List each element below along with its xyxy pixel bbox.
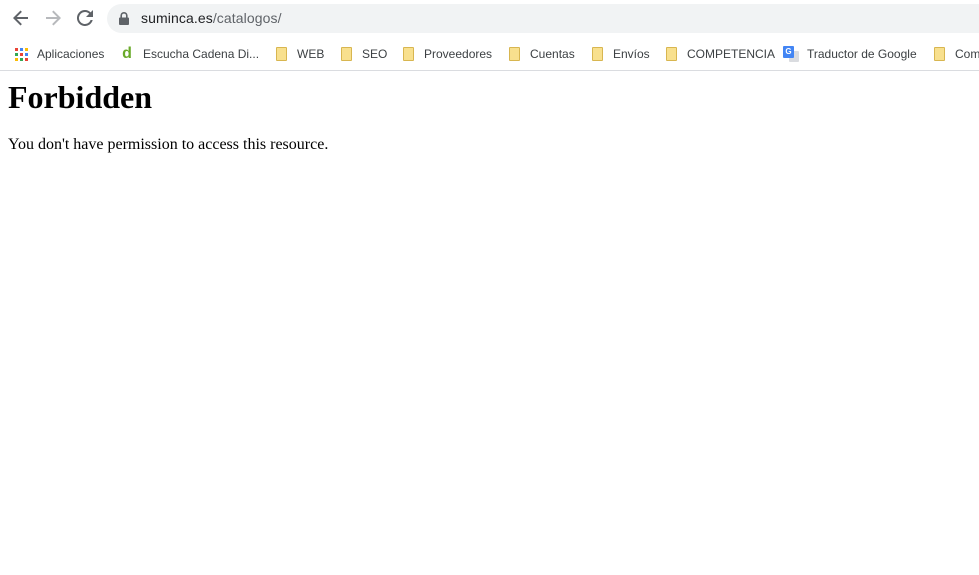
bookmark-envios[interactable]: Envíos <box>589 42 650 66</box>
bookmark-label: Aplicaciones <box>37 47 105 61</box>
bookmark-label: Com <box>955 47 979 61</box>
url-host: suminca.es <box>141 10 213 26</box>
back-button[interactable] <box>7 4 35 32</box>
page-content: Forbidden You don't have permission to a… <box>0 71 979 575</box>
apps-grid-icon <box>13 46 29 62</box>
folder-icon <box>506 46 522 62</box>
browser-toolbar: suminca.es/catalogos/ <box>0 0 979 38</box>
page-title: Forbidden <box>8 79 153 115</box>
google-translate-icon: G <box>783 46 799 62</box>
cadena-dial-icon: d <box>122 45 132 62</box>
bookmark-label: Cuentas <box>530 47 575 61</box>
error-message: You don't have permission to access this… <box>8 136 329 153</box>
bookmark-label: Escucha Cadena Di... <box>143 47 260 61</box>
bookmark-com[interactable]: Com <box>931 42 979 66</box>
address-bar[interactable]: suminca.es/catalogos/ <box>107 4 979 33</box>
folder-icon <box>338 46 354 62</box>
folder-icon <box>931 46 947 62</box>
reload-button[interactable] <box>71 4 99 32</box>
arrow-left-icon <box>13 10 28 26</box>
reload-icon <box>77 10 93 26</box>
arrow-right-icon <box>46 10 61 26</box>
bookmark-label: Traductor de Google <box>807 47 917 61</box>
bookmark-seo[interactable]: SEO <box>338 42 387 66</box>
folder-icon <box>589 46 605 62</box>
bookmark-label: SEO <box>362 47 388 61</box>
bookmark-label: WEB <box>297 47 325 61</box>
lock-icon[interactable] <box>119 12 129 25</box>
bookmark-label: Proveedores <box>424 47 493 61</box>
bookmark-web[interactable]: WEB <box>273 42 324 66</box>
folder-icon <box>663 46 679 62</box>
bookmark-label: Envíos <box>613 47 650 61</box>
forward-button[interactable] <box>39 4 67 32</box>
url-path: /catalogos/ <box>212 10 282 26</box>
browser-chrome: suminca.es/catalogos/ Aplicaciones d Esc… <box>0 0 979 71</box>
bookmark-traductor-de-google[interactable]: G Traductor de Google <box>783 42 917 66</box>
bookmarks-bar: Aplicaciones d Escucha Cadena Di... WEB … <box>0 38 979 69</box>
bookmark-cuentas[interactable]: Cuentas <box>506 42 575 66</box>
address-url[interactable]: suminca.es/catalogos/ <box>141 10 282 26</box>
bookmark-proveedores[interactable]: Proveedores <box>400 42 492 66</box>
folder-icon <box>273 46 289 62</box>
bookmark-escucha-cadena-dial[interactable]: d Escucha Cadena Di... <box>119 42 259 66</box>
folder-icon <box>400 46 416 62</box>
bookmark-label: COMPETENCIA <box>687 47 776 61</box>
bookmark-competencia[interactable]: COMPETENCIA <box>663 42 775 66</box>
bookmark-aplicaciones[interactable]: Aplicaciones <box>13 42 104 66</box>
